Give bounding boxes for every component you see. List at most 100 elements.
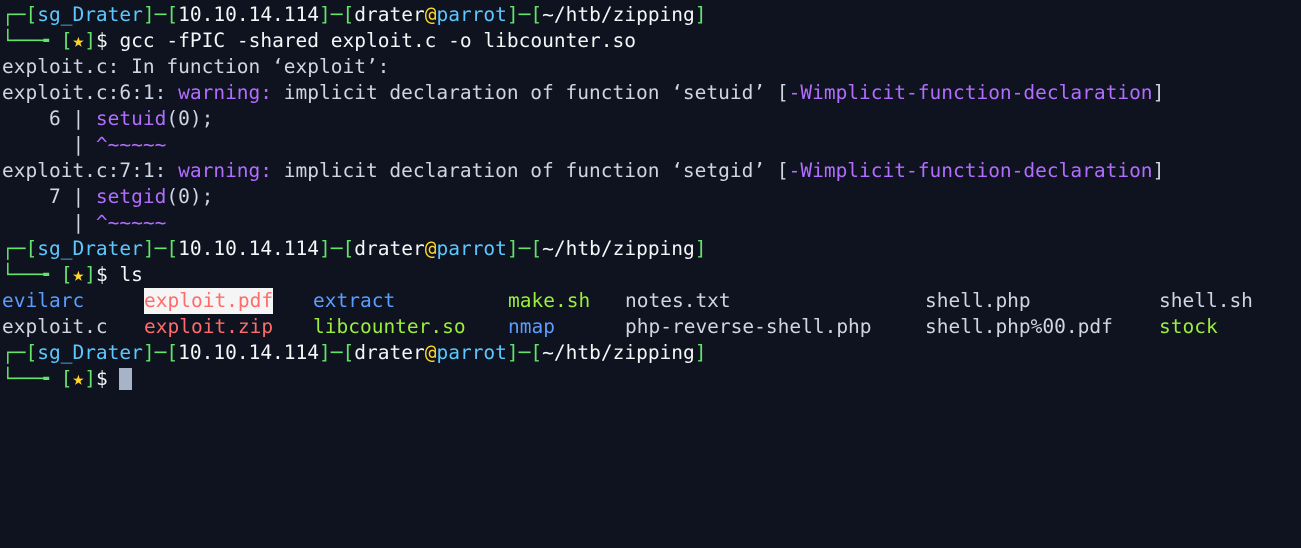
prompt-frame: ┌─[ bbox=[2, 341, 38, 364]
code-gutter: | bbox=[2, 211, 96, 234]
ls-entry-directory[interactable]: evilarc bbox=[2, 288, 84, 314]
gcc-in-function: exploit.c: In function ‘exploit’: bbox=[2, 55, 390, 78]
prompt-frame: ┌─[ bbox=[2, 3, 38, 26]
warning-flag-bracket: ] bbox=[1152, 81, 1165, 104]
caret-marker: ^~~~~~ bbox=[95, 133, 167, 156]
prompt-path: ~/htb/zipping bbox=[542, 3, 695, 26]
gcc-code-line: 7 | setgid(0); bbox=[0, 184, 1301, 210]
prompt-login-user: drater bbox=[354, 237, 425, 260]
warning-flag-bracket: [ bbox=[776, 81, 789, 104]
warning-location: exploit.c:7:1: bbox=[2, 159, 179, 182]
command-ls: ls bbox=[107, 263, 143, 286]
prompt-login-user: drater bbox=[354, 341, 425, 364]
prompt-line-top: ┌─[sg_Drater]─[10.10.14.114]─[drater@par… bbox=[0, 340, 1301, 366]
prompt-host: parrot bbox=[436, 237, 507, 260]
gcc-warning-line: exploit.c:7:1: warning: implicit declara… bbox=[0, 158, 1301, 184]
star-icon: ★ bbox=[72, 367, 85, 390]
ls-row: exploit.c exploit.zip libcounter.so nmap… bbox=[0, 314, 1301, 340]
code-gutter: | bbox=[2, 133, 96, 156]
prompt-frame: └──╼ bbox=[2, 29, 61, 52]
prompt-frame: └──╼ bbox=[2, 367, 61, 390]
prompt-line-top: ┌─[sg_Drater]─[10.10.14.114]─[drater@par… bbox=[0, 2, 1301, 28]
prompt-at: @ bbox=[424, 3, 437, 26]
ls-row: evilarc exploit.pdf extract make.sh note… bbox=[0, 288, 1301, 314]
prompt-frame: ]─[ bbox=[142, 3, 179, 26]
code-function: setgid bbox=[95, 185, 167, 208]
prompt-user: sg_Drater bbox=[37, 237, 143, 260]
prompt-frame: ]─[ bbox=[506, 341, 543, 364]
code-args: (0); bbox=[166, 107, 214, 130]
ls-entry-executable[interactable]: make.sh bbox=[508, 288, 590, 314]
prompt-login-user: drater bbox=[354, 3, 425, 26]
prompt-line-bottom: └──╼ [★]$ bbox=[0, 366, 1301, 392]
prompt-frame: ] bbox=[694, 237, 707, 260]
caret-marker: ^~~~~~ bbox=[95, 211, 167, 234]
terminal-cursor[interactable] bbox=[119, 368, 133, 390]
prompt-at: @ bbox=[424, 341, 437, 364]
prompt-frame: ] bbox=[84, 367, 96, 390]
prompt-frame: ]─[ bbox=[319, 341, 355, 364]
prompt-frame: ]─[ bbox=[319, 237, 355, 260]
ls-entry-file[interactable]: notes.txt bbox=[625, 288, 731, 314]
prompt-frame: └──╼ bbox=[2, 263, 61, 286]
prompt-frame: ] bbox=[84, 29, 96, 52]
star-icon: ★ bbox=[72, 263, 85, 286]
warning-message: implicit declaration of function ‘setgid… bbox=[272, 159, 777, 182]
ls-entry-file[interactable]: exploit.pdf bbox=[144, 288, 274, 314]
code-gutter: 7 | bbox=[2, 185, 96, 208]
ls-entry-file[interactable]: shell.php bbox=[925, 288, 1031, 314]
prompt-host: parrot bbox=[436, 3, 507, 26]
prompt-ip: 10.10.14.114 bbox=[178, 3, 320, 26]
prompt-frame: ]─[ bbox=[142, 237, 179, 260]
prompt-dollar: $ bbox=[95, 367, 108, 390]
prompt-frame: [ bbox=[60, 367, 73, 390]
ls-entry-file[interactable]: shell.php%00.pdf bbox=[925, 314, 1113, 340]
ls-entry-executable[interactable]: stock bbox=[1159, 314, 1218, 340]
prompt-path: ~/htb/zipping bbox=[542, 341, 695, 364]
warning-flag-bracket: [ bbox=[776, 159, 789, 182]
prompt-user: sg_Drater bbox=[37, 3, 143, 26]
gcc-caret-line: | ^~~~~~ bbox=[0, 132, 1301, 158]
ls-entry-executable[interactable]: libcounter.so bbox=[313, 314, 466, 340]
terminal-window[interactable]: ┌─[sg_Drater]─[10.10.14.114]─[drater@par… bbox=[0, 0, 1301, 432]
prompt-frame: ]─[ bbox=[142, 341, 179, 364]
prompt-host: parrot bbox=[436, 341, 507, 364]
prompt-at: @ bbox=[424, 237, 437, 260]
prompt-line-bottom: └──╼ [★]$ ls bbox=[0, 262, 1301, 288]
prompt-line-top: ┌─[sg_Drater]─[10.10.14.114]─[drater@par… bbox=[0, 236, 1301, 262]
prompt-user: sg_Drater bbox=[37, 341, 143, 364]
prompt-path: ~/htb/zipping bbox=[542, 237, 695, 260]
gcc-code-line: 6 | setuid(0); bbox=[0, 106, 1301, 132]
prompt-frame: ] bbox=[84, 263, 96, 286]
ls-entry-file[interactable]: exploit.c bbox=[2, 314, 108, 340]
prompt-frame: ]─[ bbox=[319, 3, 355, 26]
code-args: (0); bbox=[166, 185, 214, 208]
warning-label: warning: bbox=[178, 159, 273, 182]
prompt-dollar: $ bbox=[95, 263, 108, 286]
code-gutter: 6 | bbox=[2, 107, 96, 130]
warning-flag: -Wimplicit-function-declaration bbox=[788, 159, 1153, 182]
prompt-frame: ]─[ bbox=[506, 3, 543, 26]
prompt-frame: ] bbox=[694, 3, 707, 26]
prompt-dollar: $ bbox=[95, 29, 108, 52]
prompt-frame: ]─[ bbox=[506, 237, 543, 260]
code-function: setuid bbox=[95, 107, 167, 130]
warning-message: implicit declaration of function ‘setuid… bbox=[272, 81, 777, 104]
warning-flag: -Wimplicit-function-declaration bbox=[788, 81, 1153, 104]
warning-flag-bracket: ] bbox=[1152, 159, 1165, 182]
ls-entry-file[interactable]: php-reverse-shell.php bbox=[625, 314, 872, 340]
prompt-ip: 10.10.14.114 bbox=[178, 237, 320, 260]
warning-label: warning: bbox=[178, 81, 273, 104]
prompt-frame: [ bbox=[60, 263, 73, 286]
gcc-warning-line: exploit.c:6:1: warning: implicit declara… bbox=[0, 80, 1301, 106]
prompt-frame: ┌─[ bbox=[2, 237, 38, 260]
prompt-frame: [ bbox=[60, 29, 73, 52]
ls-entry-directory[interactable]: extract bbox=[313, 288, 395, 314]
gcc-caret-line: | ^~~~~~ bbox=[0, 210, 1301, 236]
warning-location: exploit.c:6:1: bbox=[2, 81, 179, 104]
ls-entry-file[interactable]: shell.sh bbox=[1159, 288, 1253, 314]
command-gcc: gcc -fPIC -shared exploit.c -o libcounte… bbox=[107, 29, 637, 52]
star-icon: ★ bbox=[72, 29, 85, 52]
ls-entry-archive[interactable]: exploit.zip bbox=[144, 314, 273, 340]
ls-entry-directory[interactable]: nmap bbox=[508, 314, 555, 340]
